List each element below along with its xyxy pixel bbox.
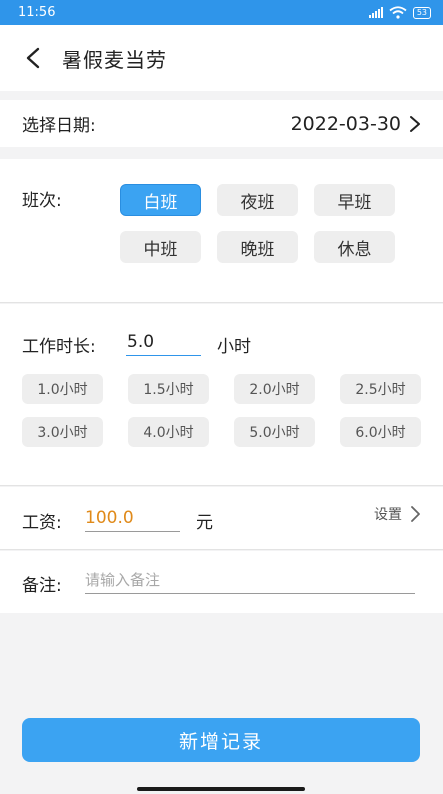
hours-preset[interactable]: 2.0小时	[234, 374, 315, 404]
hours-preset[interactable]: 6.0小时	[340, 417, 421, 447]
shift-section: 班次: 白班 夜班 早班 中班 晚班 休息	[0, 159, 443, 303]
shift-option-evening[interactable]: 晚班	[217, 231, 298, 263]
hours-preset[interactable]: 2.5小时	[340, 374, 421, 404]
wage-section: 工资: 元 设置	[0, 487, 443, 550]
chevron-right-icon	[411, 506, 420, 522]
hours-preset[interactable]: 1.0小时	[22, 374, 103, 404]
date-value: 2022-03-30	[290, 112, 401, 135]
title-bar: 暑假麦当劳	[0, 25, 443, 91]
shift-option-middle[interactable]: 中班	[120, 231, 201, 263]
wage-setting-button[interactable]: 设置	[374, 504, 421, 524]
wage-unit: 元	[196, 513, 213, 533]
shift-option-early[interactable]: 早班	[314, 184, 395, 216]
hours-unit: 小时	[217, 337, 251, 357]
date-value-group[interactable]: 2022-03-30	[291, 113, 421, 135]
hours-input[interactable]	[126, 328, 201, 356]
status-bar: 11:56 53	[0, 0, 443, 25]
signal-icon	[368, 7, 383, 18]
status-time: 11:56	[18, 5, 56, 20]
page-title: 暑假麦当劳	[62, 47, 167, 72]
date-label: 选择日期:	[22, 116, 96, 136]
hours-preset[interactable]: 5.0小时	[234, 417, 315, 447]
home-indicator	[137, 787, 305, 791]
hours-preset[interactable]: 1.5小时	[128, 374, 209, 404]
wage-label: 工资:	[22, 513, 62, 533]
battery-icon: 53	[412, 6, 431, 19]
shift-option-night[interactable]: 夜班	[217, 184, 298, 216]
back-arrow-icon[interactable]	[8, 25, 58, 91]
shift-option-rest[interactable]: 休息	[314, 231, 395, 263]
status-icons: 53	[368, 6, 431, 19]
date-row[interactable]: 选择日期: 2022-03-30	[0, 100, 443, 147]
hours-preset[interactable]: 3.0小时	[22, 417, 103, 447]
hours-section: 工作时长: 小时 1.0小时 1.5小时 2.0小时 2.5小时 3.0小时 4…	[0, 304, 443, 486]
wifi-icon	[389, 6, 407, 19]
wage-input[interactable]	[85, 504, 180, 532]
hours-preset[interactable]: 4.0小时	[128, 417, 209, 447]
wage-setting-label: 设置	[374, 507, 402, 523]
shift-label: 班次:	[22, 191, 62, 211]
note-input[interactable]	[85, 566, 415, 594]
chevron-right-icon	[410, 115, 420, 132]
add-record-button[interactable]: 新增记录	[22, 718, 420, 762]
note-section: 备注:	[0, 551, 443, 613]
note-label: 备注:	[22, 576, 62, 596]
hours-label: 工作时长:	[22, 337, 96, 357]
shift-option-day[interactable]: 白班	[120, 184, 201, 216]
